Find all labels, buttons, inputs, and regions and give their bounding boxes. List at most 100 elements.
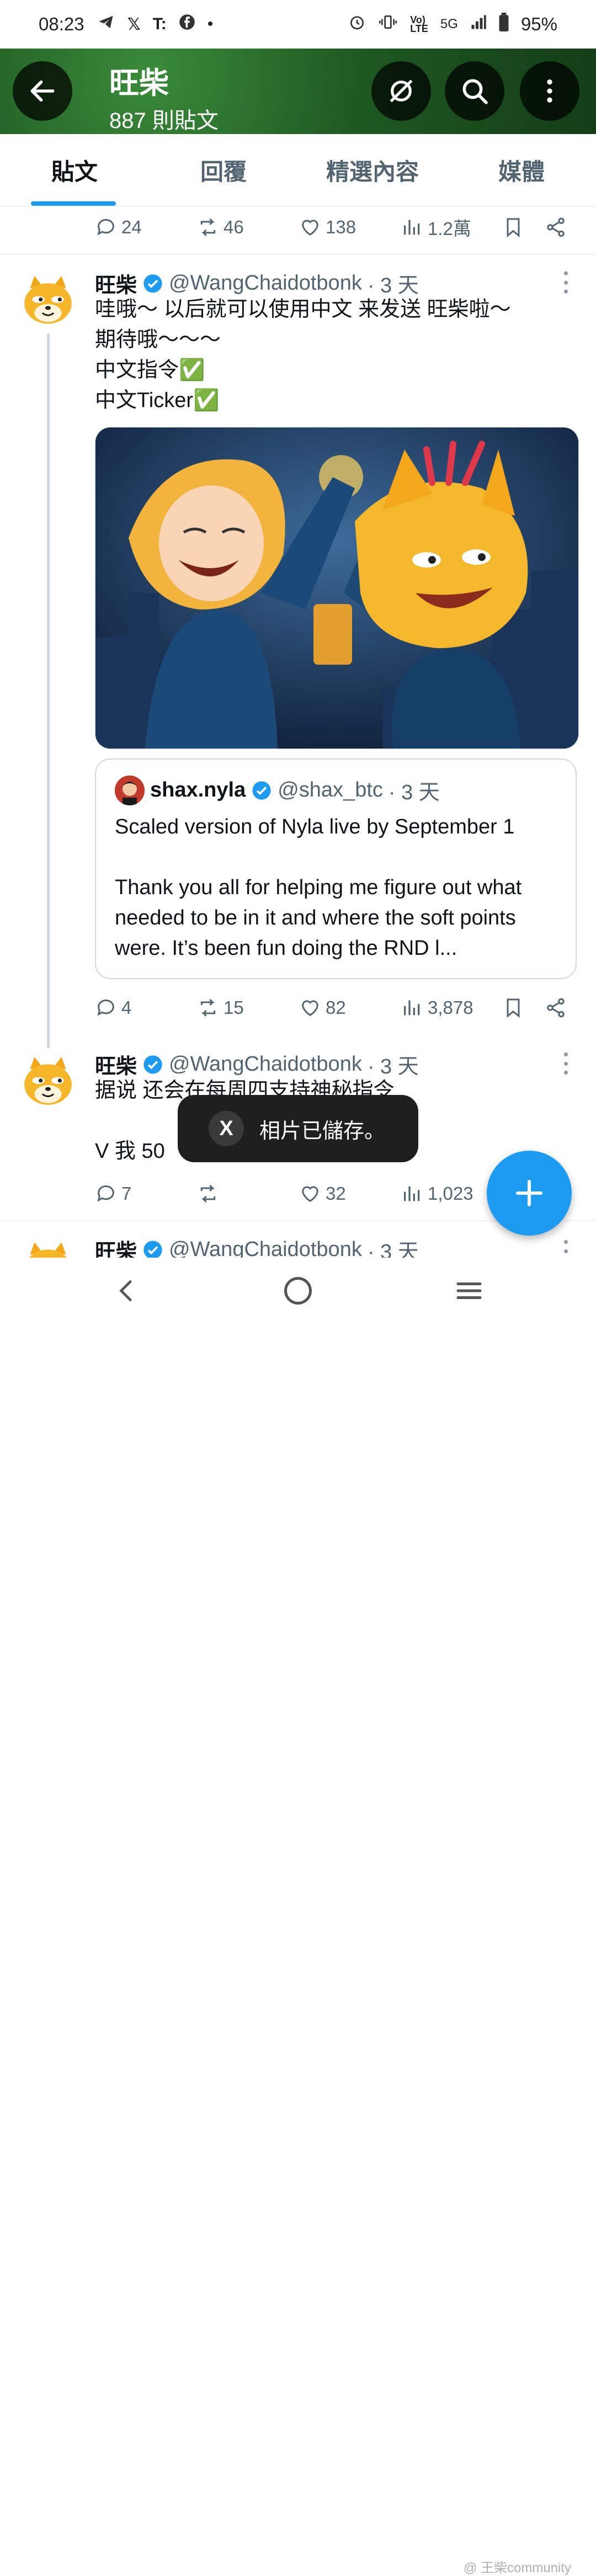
profile-header: 旺柴 887 則貼文	[0, 49, 596, 134]
chevron-left-icon	[119, 1280, 132, 1301]
heart-icon	[302, 1000, 318, 1017]
battery-icon	[499, 13, 509, 36]
quote-author-handle: @shax_btc	[278, 778, 383, 801]
search-icon	[462, 79, 488, 104]
page-title: 旺柴	[109, 67, 169, 100]
reply-count: 4	[121, 997, 132, 1018]
reply-button[interactable]: 4	[95, 997, 131, 1019]
back-button[interactable]	[13, 61, 72, 121]
quote-header: shax.nyla @shax_btc · 3 天	[115, 775, 440, 805]
prev-tweet-actions: 24 46 138 1.2萬	[95, 211, 570, 244]
bookmark-button[interactable]	[502, 216, 524, 238]
person-avatar-icon	[115, 775, 145, 805]
repost-count: 15	[223, 997, 244, 1018]
tweet-text: 哇哦～ 以后就可以使用中文 来发送 旺柴啦～ 期待哦～～～ 中文指令✅ 中文Ti…	[95, 298, 511, 412]
share-button[interactable]	[545, 997, 567, 1019]
plus-icon	[515, 1179, 543, 1207]
verified-badge-icon	[143, 1055, 162, 1074]
volte-icon: Vo) LTE	[410, 14, 428, 34]
reply-icon	[97, 1185, 114, 1202]
system-nav-bar: @ 王柴community	[0, 1258, 596, 2575]
t-icon: T:	[152, 15, 167, 33]
author-handle[interactable]: @WangChaidotbonk	[169, 271, 362, 295]
network-label: 5G	[440, 17, 458, 31]
status-bar: 08:23 𝕏 T: • Vo) LTE 5G 95%	[0, 0, 596, 49]
nav-home-button[interactable]	[281, 1274, 315, 1310]
views-icon	[404, 1000, 420, 1016]
repost-count: 46	[223, 217, 244, 237]
views-count: 3,878	[428, 997, 473, 1018]
views-button[interactable]: 3,878	[401, 997, 473, 1019]
quote-text: Scaled version of Nyla live by September…	[115, 815, 522, 960]
tweet-time: · 3 天	[367, 274, 419, 297]
quote-time: · 3 天	[388, 781, 440, 804]
tab-replies[interactable]: 回覆	[149, 134, 298, 206]
repost-button[interactable]: 15	[197, 997, 244, 1019]
tab-media[interactable]: 媒體	[447, 134, 596, 206]
avatar[interactable]	[20, 272, 76, 329]
thread-line	[47, 334, 50, 1048]
facebook-icon	[179, 14, 195, 35]
views-button[interactable]: 1.2萬	[401, 214, 471, 241]
clock: 08:23	[39, 14, 84, 34]
views-button[interactable]: 1,023	[401, 1183, 473, 1205]
toast-text: 相片已儲存。	[259, 1119, 386, 1143]
share-button[interactable]	[545, 216, 567, 238]
x-icon: 𝕏	[127, 15, 141, 34]
x-logo-icon: X	[209, 1111, 244, 1146]
like-button[interactable]: 138	[299, 216, 356, 238]
repost-icon	[200, 218, 216, 237]
shiba-avatar-icon	[24, 1057, 72, 1105]
arrow-left-icon	[30, 80, 55, 102]
avatar[interactable]	[20, 1054, 76, 1110]
avatar[interactable]	[20, 1239, 76, 1258]
bookmark-button[interactable]	[502, 997, 524, 1019]
reply-count: 24	[121, 217, 142, 237]
share-icon	[547, 217, 565, 237]
like-button[interactable]: 32	[299, 1183, 346, 1205]
more-button[interactable]	[520, 61, 579, 121]
shiba-avatar-icon	[24, 276, 72, 324]
like-button[interactable]: 82	[299, 997, 346, 1019]
repost-icon	[200, 998, 216, 1017]
tab-posts[interactable]: 貼文	[0, 134, 149, 206]
tweet-header: 旺柴 @WangChaidotbonk · 3 天	[95, 268, 419, 298]
tweet-more-button[interactable]	[560, 271, 571, 293]
compose-button[interactable]	[487, 1151, 572, 1236]
like-count: 82	[326, 997, 346, 1018]
views-count: 1,023	[428, 1183, 473, 1204]
grok-icon	[390, 79, 413, 103]
telegram-icon	[97, 14, 115, 35]
author-name[interactable]: 旺柴	[95, 268, 137, 298]
nav-recents-button[interactable]	[453, 1274, 486, 1310]
divider	[0, 254, 596, 255]
tweet-time: · 3 天	[367, 1055, 419, 1078]
repost-button[interactable]	[197, 1183, 223, 1205]
post-count: 887 則貼文	[109, 109, 219, 133]
nav-back-button[interactable]	[113, 1274, 141, 1310]
search-button[interactable]	[445, 61, 504, 121]
repost-button[interactable]: 46	[197, 216, 244, 238]
views-icon	[404, 1186, 420, 1201]
author-name[interactable]: 旺柴	[95, 1049, 137, 1079]
battery-percent: 95%	[520, 14, 557, 34]
reply-button[interactable]: 24	[95, 216, 142, 238]
bookmark-icon	[507, 218, 520, 238]
heart-icon	[302, 220, 318, 236]
tab-highlights[interactable]: 精選內容	[298, 134, 447, 206]
tweet-header: 旺柴 @WangChaidotbonk · 3 天	[95, 1049, 419, 1079]
grok-button[interactable]	[371, 61, 431, 121]
reply-button[interactable]: 7	[95, 1183, 131, 1205]
tweet-more-button[interactable]	[560, 1052, 571, 1075]
saved-toast: X 相片已儲存。	[178, 1095, 418, 1162]
quoted-tweet[interactable]: shax.nyla @shax_btc · 3 天 Scaled version…	[95, 758, 577, 979]
tweet-image[interactable]	[95, 427, 579, 749]
home-circle-icon	[284, 1277, 312, 1305]
views-count: 1.2萬	[428, 218, 471, 239]
verified-badge-icon	[143, 1240, 162, 1259]
profile-tabs: 貼文 回覆 精選內容 媒體	[0, 134, 596, 207]
views-icon	[404, 220, 420, 235]
verified-badge-icon	[252, 781, 271, 800]
high-five-illustration-icon	[95, 427, 578, 749]
author-handle[interactable]: @WangChaidotbonk	[169, 1052, 362, 1076]
